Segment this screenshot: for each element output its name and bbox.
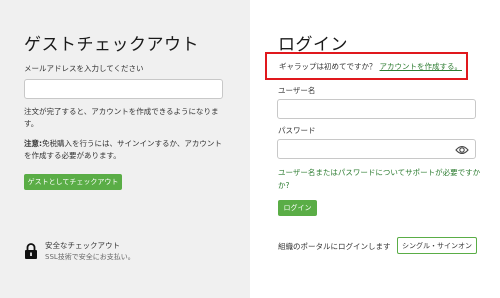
eye-icon[interactable] (455, 144, 469, 156)
secure-checkout-subtitle: SSL技術で安全にお支払い。 (45, 253, 135, 261)
account-note: 注文が完了すると、アカウントを作成できるようになりま す。 (24, 106, 219, 130)
account-note-line1: 注文が完了すると、アカウントを作成できるようになりま (24, 107, 219, 116)
login-help-link[interactable]: ユーザー名またはパスワードについてサポートが必要ですか か? (278, 166, 480, 192)
guest-checkout-button[interactable]: ゲストとしてチェックアウト (24, 174, 122, 190)
lock-icon (25, 243, 37, 259)
username-input[interactable] (277, 99, 476, 119)
guest-checkout-panel: ゲストチェックアウト メールアドレスを入力してください 注文が完了すると、アカウ… (0, 0, 250, 298)
login-panel: ログイン ギャラップは初めてですか？ アカウントを作成する。 ユーザー名 パスワ… (250, 0, 500, 298)
new-user-text: ギャラップは初めてですか？ (279, 61, 377, 71)
email-input[interactable] (24, 79, 223, 99)
org-portal-text: 組織のポータルにログインします (278, 242, 391, 251)
login-help-line1: ユーザー名またはパスワードについてサポートが必要ですか (278, 168, 481, 177)
email-label: メールアドレスを入力してください (24, 64, 144, 73)
username-label: ユーザー名 (278, 86, 316, 95)
create-account-link[interactable]: アカウントを作成する。 (380, 61, 463, 72)
tax-free-note-line2: を作成する必要があります。 (24, 151, 121, 160)
tax-free-note-text: 免税購入を行うには、サインインするか、アカウント (42, 139, 222, 148)
account-note-line2: す。 (24, 119, 39, 128)
tax-free-note: 注意:免税購入を行うには、サインインするか、アカウント を作成する必要があります… (24, 138, 222, 162)
single-sign-on-button[interactable]: シングル・サインオン (397, 237, 477, 254)
guest-checkout-title: ゲストチェックアウト (24, 35, 199, 55)
password-input[interactable] (277, 139, 476, 159)
login-button[interactable]: ログイン (278, 200, 317, 216)
new-user-callout: ギャラップは初めてですか？ アカウントを作成する。 (265, 52, 468, 80)
login-help-line2: か? (278, 181, 290, 190)
secure-checkout-title: 安全なチェックアウト (45, 241, 120, 250)
attention-label: 注意: (24, 139, 42, 148)
password-label: パスワード (278, 126, 316, 135)
tax-free-note-line1: 注意:免税購入を行うには、サインインするか、アカウント (24, 138, 222, 150)
